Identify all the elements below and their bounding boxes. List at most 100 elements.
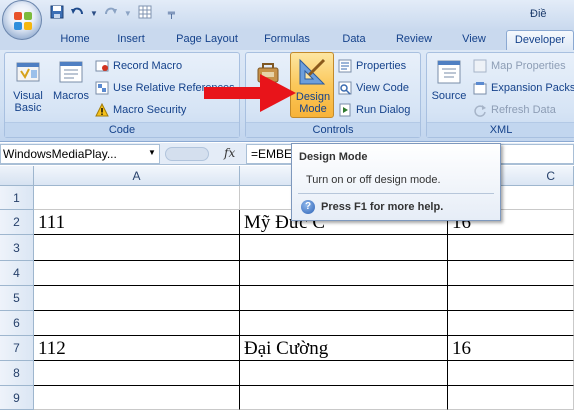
relative-references-icon [95, 81, 109, 95]
macros-icon [56, 57, 86, 87]
expansion-packs-label: Expansion Packs [491, 82, 574, 94]
view-code-label: View Code [356, 82, 409, 94]
row-header[interactable]: 5 [0, 286, 34, 311]
cell[interactable]: 111 [34, 210, 240, 235]
cell[interactable] [34, 311, 240, 336]
xml-group-label: XML [427, 122, 574, 137]
controls-group-label: Controls [246, 122, 420, 137]
refresh-icon [473, 103, 487, 117]
properties-button[interactable]: Properties [338, 57, 406, 75]
name-box-dropdown-icon[interactable]: ▼ [145, 144, 159, 162]
cell[interactable] [448, 361, 574, 386]
tab-formulas[interactable]: Formulas [256, 30, 318, 50]
row-header[interactable]: 7 [0, 336, 34, 361]
tooltip-description: Turn on or off design mode. [306, 174, 441, 186]
xml-group: Source Map Properties Expansion Packs Re… [426, 52, 574, 138]
formula-bar-slider[interactable] [165, 147, 209, 161]
tab-insert[interactable]: Insert [108, 30, 154, 50]
map-properties-button[interactable]: Map Properties [473, 57, 566, 75]
macro-security-label: Macro Security [113, 104, 187, 116]
source-icon [434, 57, 464, 87]
row-header[interactable]: 8 [0, 361, 34, 386]
cell[interactable] [448, 386, 574, 410]
cell[interactable]: 16 [448, 336, 574, 361]
cell[interactable] [448, 286, 574, 311]
refresh-data-button[interactable]: Refresh Data [473, 101, 556, 119]
cell[interactable] [34, 286, 240, 311]
cell[interactable] [34, 235, 240, 261]
properties-label: Properties [356, 60, 407, 72]
tooltip-help: ? Press F1 for more help. [301, 200, 443, 214]
fx-icon[interactable]: fx [224, 146, 235, 160]
cell[interactable] [34, 386, 240, 410]
cell[interactable] [34, 261, 240, 286]
row-header[interactable]: 2 [0, 210, 34, 235]
column-header-a[interactable]: A [34, 166, 240, 186]
visual-basic-icon [13, 57, 43, 87]
source-button[interactable]: Source [429, 57, 469, 102]
cell[interactable] [240, 361, 448, 386]
cell[interactable] [240, 286, 448, 311]
expansion-packs-button[interactable]: Expansion Packs [473, 79, 574, 97]
tab-developer[interactable]: Developer [506, 30, 574, 50]
save-icon[interactable] [50, 5, 64, 23]
record-macro-label: Record Macro [113, 60, 183, 72]
cell[interactable] [240, 235, 448, 261]
tooltip-divider [298, 193, 494, 194]
help-icon: ? [301, 200, 315, 214]
macro-security-button[interactable]: Macro Security [95, 101, 186, 119]
undo-icon[interactable] [70, 5, 84, 23]
cell[interactable]: 112 [34, 336, 240, 361]
cell[interactable] [448, 311, 574, 336]
warning-icon [95, 102, 109, 117]
cell[interactable] [448, 235, 574, 261]
tab-data[interactable]: Data [332, 30, 376, 50]
tab-page-layout[interactable]: Page Layout [170, 30, 244, 50]
cell[interactable]: Đại Cường [240, 336, 448, 361]
visual-basic-label-2: Basic [14, 102, 42, 114]
cell[interactable] [34, 186, 240, 210]
window-title: Điề [530, 8, 547, 20]
cell[interactable] [34, 361, 240, 386]
design-mode-icon [297, 57, 327, 87]
red-arrow-icon [204, 74, 296, 112]
cell[interactable] [240, 311, 448, 336]
visual-basic-label-1: Visual [13, 90, 43, 102]
macros-label: Macros [52, 90, 90, 102]
record-macro-button[interactable]: Record Macro [95, 57, 182, 75]
tab-view[interactable]: View [452, 30, 496, 50]
redo-dropdown-icon[interactable]: ▼ [124, 6, 132, 22]
row-header[interactable]: 1 [0, 186, 34, 210]
quick-access-toolbar: ▼ ▼ ╤ [50, 5, 175, 23]
tooltip-title: Design Mode [299, 151, 368, 163]
cell[interactable] [240, 261, 448, 286]
row-header[interactable]: 9 [0, 386, 34, 410]
row-header[interactable]: 6 [0, 311, 34, 336]
row-header[interactable]: 4 [0, 261, 34, 286]
run-dialog-button[interactable]: Run Dialog [338, 101, 410, 119]
select-all-corner[interactable] [0, 166, 34, 186]
run-dialog-label: Run Dialog [356, 104, 411, 116]
design-mode-tooltip: Design Mode Turn on or off design mode. … [291, 143, 501, 221]
refresh-data-label: Refresh Data [491, 104, 556, 116]
run-dialog-icon [338, 103, 352, 117]
cell-value: 112 [38, 338, 66, 359]
undo-dropdown-icon[interactable]: ▼ [90, 6, 98, 22]
row-header[interactable]: 3 [0, 235, 34, 261]
customize-icon[interactable]: ╤ [168, 6, 175, 22]
code-group-label: Code [5, 122, 239, 137]
map-properties-label: Map Properties [491, 60, 566, 72]
visual-basic-button[interactable]: Visual Basic [8, 57, 48, 114]
properties-icon [338, 59, 352, 73]
name-box[interactable]: WindowsMediaPlay... [0, 144, 160, 164]
cell[interactable] [240, 386, 448, 410]
redo-icon[interactable] [104, 5, 118, 23]
cell[interactable] [448, 261, 574, 286]
tab-review[interactable]: Review [388, 30, 440, 50]
office-button[interactable] [2, 0, 42, 40]
view-code-button[interactable]: View Code [338, 79, 409, 97]
macros-button[interactable]: Macros [51, 57, 91, 102]
table-icon[interactable] [138, 5, 152, 23]
title-bar: ▼ ▼ ╤ Điề [0, 0, 574, 30]
tab-home[interactable]: Home [52, 30, 98, 50]
